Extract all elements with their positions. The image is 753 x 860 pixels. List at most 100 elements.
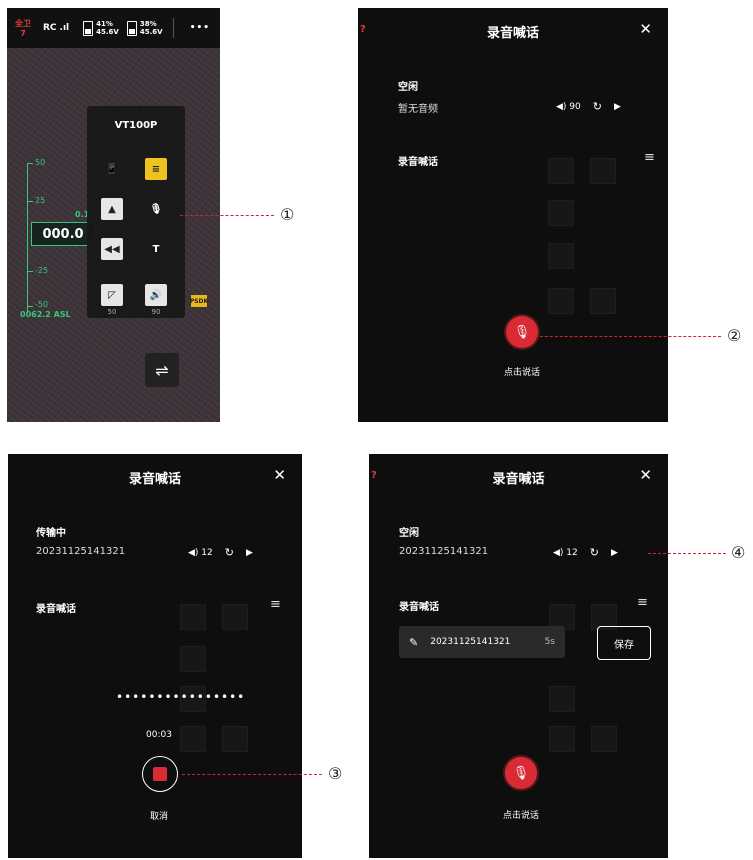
mic-icon: 🎙	[512, 765, 530, 781]
voice-panel-transmitting: 录音喊话 ✕ 传输中 20231125141321 ◀) 12 ↻ ▶ 录音喊话…	[8, 454, 302, 858]
loop-icon[interactable]: ↻	[593, 100, 602, 113]
volume-right-icon[interactable]: 🔊	[145, 284, 167, 306]
talk-label: 点击说话	[502, 811, 539, 821]
stop-icon	[153, 767, 167, 781]
battery-2-values: 38% 45.6V	[140, 20, 163, 36]
waveform-indicator: ••••••••••••••••	[116, 690, 246, 704]
talk-button[interactable]: 🎙	[506, 316, 538, 348]
volume-value: 12	[566, 547, 578, 558]
volume-left-icon[interactable]: ◸	[101, 284, 123, 306]
volume-right-value: 90	[151, 308, 161, 316]
battery-1-voltage: 45.6V	[96, 28, 119, 36]
edit-icon[interactable]: ✎	[409, 636, 418, 649]
loop-icon[interactable]: ↻	[590, 546, 599, 559]
tick-label: 50	[35, 158, 46, 167]
tick-label: -50	[35, 300, 49, 309]
status-label: 空闲	[399, 528, 419, 539]
talk-label: 点击说话	[503, 368, 540, 378]
save-label: 保存	[614, 639, 634, 651]
volume-control[interactable]: ◀) 12	[188, 548, 213, 558]
text-to-speech-icon[interactable]: ≡	[145, 158, 167, 180]
save-button[interactable]: 保存	[597, 626, 651, 660]
status-bar: 全卫 7 RC .ıl 41% 45.6V 38% 45.6V •••	[7, 8, 220, 48]
battery-2-percent: 38%	[139, 20, 157, 28]
callout-number-4: ④	[731, 543, 746, 562]
divider	[172, 18, 174, 38]
menu-icon[interactable]: ≡	[270, 597, 281, 612]
ghost-icon	[549, 726, 575, 752]
close-icon[interactable]: ✕	[639, 20, 652, 38]
status-label: 空闲	[398, 82, 418, 93]
rc-signal: RC .ıl	[43, 23, 69, 33]
mic-record-icon[interactable]: 🎙	[145, 198, 167, 220]
swap-view-button[interactable]: ⇌	[145, 353, 179, 387]
tick-mark	[27, 271, 33, 272]
play-icon[interactable]: ▶	[246, 548, 253, 558]
ghost-icon	[180, 726, 206, 752]
mic-icon: 🎙	[513, 324, 531, 340]
play-icon[interactable]: ▶	[614, 102, 621, 112]
voice-title: 录音喊话	[492, 472, 545, 487]
battery-2-voltage: 45.6V	[139, 28, 163, 36]
menu-icon[interactable]: ≡	[637, 595, 648, 610]
battery-1-percent: 41%	[96, 20, 113, 28]
loop-icon[interactable]: ↻	[225, 546, 234, 559]
voice-title: 录音喊话	[486, 26, 539, 41]
audio-file-name: 暂无音频	[398, 104, 438, 115]
asl-readout: 0062.2 ASL	[20, 310, 71, 319]
playback-controls: ◀) 12 ↻ ▶	[553, 546, 618, 559]
battery-2: 38% 45.6V	[126, 20, 163, 36]
section-title: 录音喊话	[398, 157, 438, 168]
callout-line-1	[180, 215, 274, 216]
close-icon[interactable]: ✕	[639, 466, 652, 484]
section-title: 录音喊话	[399, 602, 439, 613]
rewind-icon[interactable]: ◀◀	[101, 238, 123, 260]
recording-item[interactable]: ✎ 20231125141321 5s	[399, 626, 565, 658]
swap-icon: ⇌	[155, 360, 169, 380]
siren-icon[interactable]: ▲	[101, 198, 123, 220]
text-playback-icon[interactable]: T	[145, 238, 167, 260]
callout-number-3: ③	[328, 764, 343, 783]
gps-indicator: 全卫 7	[15, 18, 31, 38]
recording-timer: 00:03	[146, 730, 172, 740]
gps-label: 全卫	[15, 19, 31, 28]
stop-recording-button[interactable]	[142, 756, 178, 792]
tick-mark	[27, 306, 33, 307]
playback-controls: ◀) 12 ↻ ▶	[188, 546, 253, 559]
recording-duration: 5s	[544, 637, 555, 647]
playback-controls: ◀) 90 ↻ ▶	[556, 100, 621, 113]
voice-title: 录音喊话	[128, 472, 181, 487]
callout-number-2: ②	[727, 326, 742, 345]
section-title: 录音喊话	[36, 604, 76, 615]
more-menu-button[interactable]: •••	[190, 23, 210, 33]
talk-button[interactable]: 🎙	[505, 757, 537, 789]
audio-file-name: 20231125141321	[36, 546, 126, 557]
tick-label: -25	[35, 266, 49, 275]
tick-mark	[27, 201, 33, 202]
battery-1-values: 41% 45.6V	[96, 20, 119, 36]
menu-icon[interactable]: ≡	[644, 150, 655, 165]
walkie-talkie-icon[interactable]: 📱	[101, 158, 123, 180]
close-icon[interactable]: ✕	[273, 466, 286, 484]
volume-value: 12	[201, 547, 213, 558]
battery-icon	[83, 20, 94, 36]
callout-line-3	[182, 774, 322, 775]
ghost-icon	[548, 200, 574, 226]
volume-control[interactable]: ◀) 90	[556, 102, 581, 112]
battery-1: 41% 45.6V	[83, 20, 119, 36]
play-icon[interactable]: ▶	[611, 548, 618, 558]
voice-panel-idle-empty: ? 录音喊话 ✕ 空闲 暂无音频 ◀) 90 ↻ ▶ 录音喊话 ≡ 🎙 点击说话	[358, 8, 668, 422]
tick-mark	[27, 163, 33, 164]
rc-label: RC	[43, 23, 57, 33]
status-label: 传输中	[36, 528, 66, 539]
callout-line-4	[648, 553, 726, 554]
volume-control[interactable]: ◀) 12	[553, 548, 578, 558]
ghost-icon	[549, 686, 575, 712]
audio-file-name: 20231125141321	[399, 546, 489, 557]
altitude-value: 000.0	[42, 226, 84, 242]
ghost-icon	[591, 726, 617, 752]
ghost-icon	[548, 158, 574, 184]
ghost-icon	[548, 243, 574, 269]
cancel-label[interactable]: 取消	[119, 809, 199, 822]
psdk-badge[interactable]: PSDK	[190, 295, 208, 307]
